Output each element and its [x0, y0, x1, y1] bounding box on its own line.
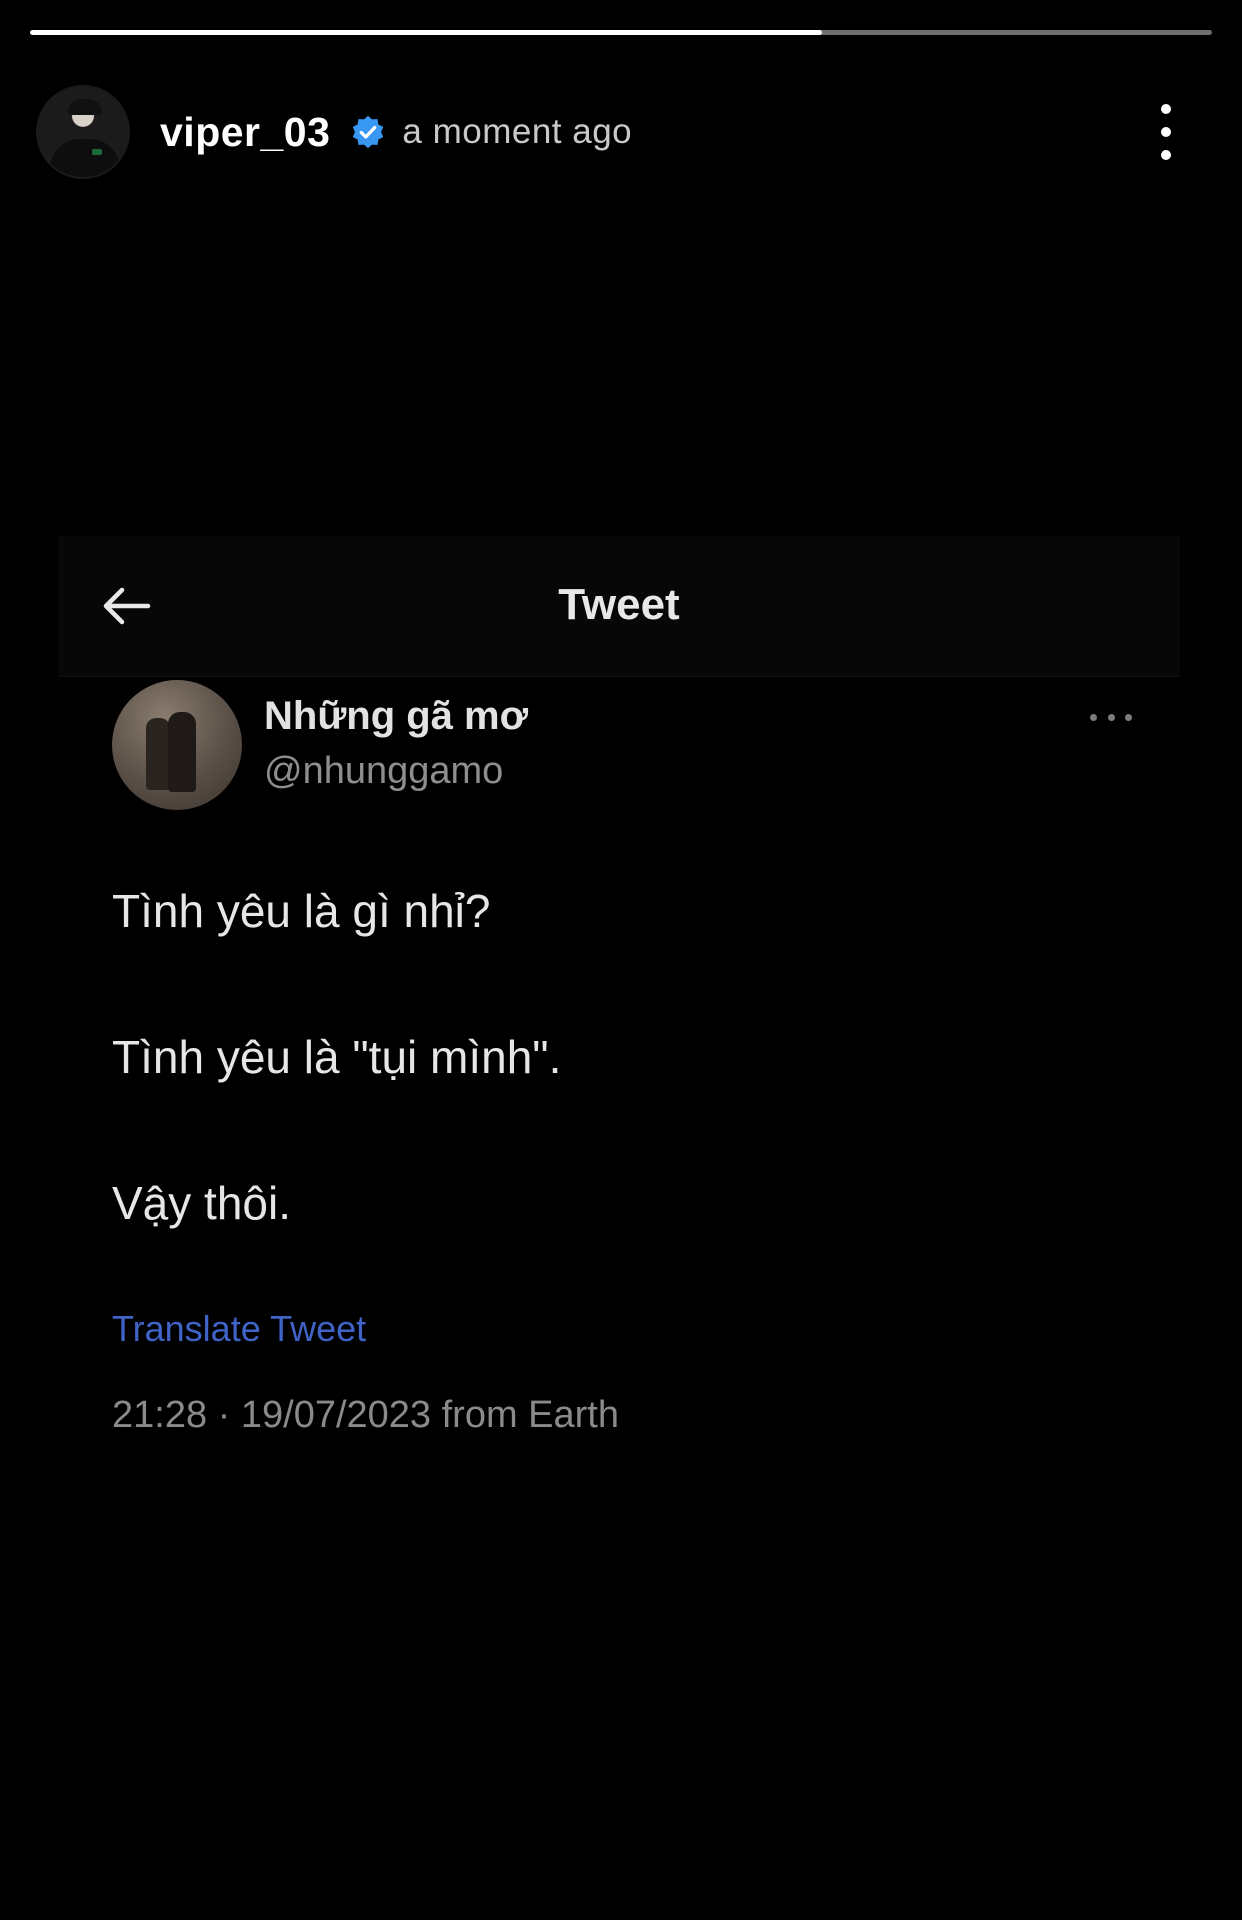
tweet-author-handle: @nhunggamo [264, 750, 504, 792]
tweet-text-line: Vậy thôi. [112, 1177, 291, 1229]
avatar[interactable] [36, 85, 130, 179]
avatar-body [50, 139, 120, 177]
avatar-figure [146, 718, 170, 790]
more-vertical-icon-dot [1161, 150, 1171, 160]
avatar-hair [68, 99, 102, 115]
tweet-page-title: Tweet [558, 580, 680, 629]
avatar-figure [168, 712, 196, 792]
tweet-timestamp: 21:28 · 19/07/2023 from Earth [112, 1394, 619, 1436]
story-timestamp: a moment ago [402, 112, 633, 151]
more-vertical-icon-dot [1161, 127, 1171, 137]
more-options-button[interactable] [1156, 104, 1176, 160]
more-vertical-icon [1161, 104, 1171, 114]
tweet-text-line: Tình yêu là "tụi mình". [112, 1031, 562, 1083]
tweet-screenshot: Tweet Những gã mơ @nhunggamo Tình yêu là… [58, 536, 1180, 1536]
story-header: viper_03 a moment ago [36, 84, 1206, 180]
verified-badge-icon [353, 115, 384, 149]
story-progress-bar [30, 30, 1212, 35]
avatar-logo [92, 149, 102, 155]
more-horizontal-icon [1090, 714, 1132, 722]
tweet-text-line: Tình yêu là gì nhỉ? [112, 885, 491, 937]
tweet-author-name: Những gã mơ [264, 694, 529, 738]
tweet-author-avatar [112, 680, 242, 810]
translate-tweet-link: Translate Tweet [112, 1308, 367, 1349]
tweet-top-bar: Tweet [58, 536, 1180, 677]
story-progress-fill [30, 30, 822, 35]
story-username[interactable]: viper_03 [160, 109, 330, 156]
